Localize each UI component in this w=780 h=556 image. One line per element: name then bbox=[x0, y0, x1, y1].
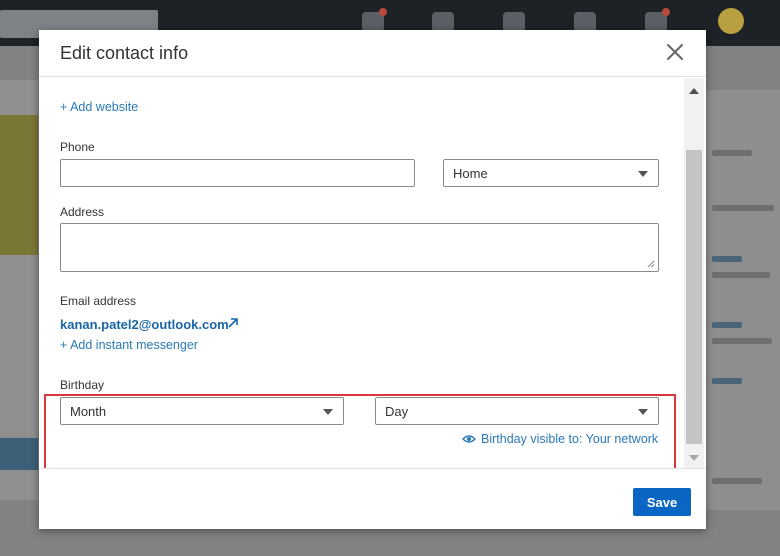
birthday-day-select[interactable]: Day bbox=[375, 397, 659, 425]
modal-header: Edit contact info bbox=[39, 30, 706, 77]
scroll-down-arrow[interactable] bbox=[684, 452, 704, 464]
chevron-down-icon bbox=[638, 171, 648, 177]
phone-input[interactable] bbox=[60, 159, 415, 187]
eye-icon bbox=[462, 435, 476, 443]
background-nav-icon bbox=[574, 12, 596, 32]
close-icon bbox=[667, 44, 683, 60]
modal-title: Edit contact info bbox=[60, 43, 189, 63]
chevron-down-icon bbox=[638, 409, 648, 415]
background-text-line bbox=[712, 205, 774, 211]
phone-type-value: Home bbox=[453, 166, 488, 181]
birthday-month-select[interactable]: Month bbox=[60, 397, 344, 425]
background-link-line bbox=[712, 378, 742, 384]
modal-body: + Add website Phone Home Address Email a… bbox=[39, 78, 684, 468]
background-text-line bbox=[712, 338, 772, 344]
email-link[interactable]: kanan.patel2@outlook.com bbox=[60, 317, 229, 332]
save-button[interactable]: Save bbox=[633, 488, 691, 516]
external-link-icon[interactable] bbox=[227, 317, 239, 329]
background-button bbox=[0, 438, 38, 470]
background-link-line bbox=[712, 322, 742, 328]
resize-grip-icon[interactable] bbox=[647, 260, 655, 268]
close-button[interactable] bbox=[663, 40, 687, 64]
birthday-day-value: Day bbox=[385, 404, 409, 419]
chevron-down-icon bbox=[323, 409, 333, 415]
add-instant-messenger-link[interactable]: + Add instant messenger bbox=[60, 338, 198, 352]
edit-contact-info-modal: Edit contact info + Add website Phone Ho… bbox=[39, 30, 706, 529]
modal-footer: Save bbox=[39, 468, 706, 529]
background-link-line bbox=[712, 256, 742, 262]
address-label: Address bbox=[60, 205, 105, 219]
birthday-visibility-text: Birthday visible to: Your network bbox=[481, 432, 659, 446]
background-text-line bbox=[712, 150, 752, 156]
scroll-up-arrow[interactable] bbox=[684, 86, 704, 98]
background-nav-icon bbox=[432, 12, 454, 32]
scrollbar-thumb[interactable] bbox=[686, 150, 702, 444]
birthday-label: Birthday bbox=[60, 378, 105, 392]
address-textarea[interactable] bbox=[60, 223, 659, 272]
background-text-line bbox=[712, 478, 762, 484]
modal-scrollbar[interactable] bbox=[684, 78, 704, 468]
phone-type-select[interactable]: Home bbox=[443, 159, 659, 187]
background-profile-photo bbox=[0, 115, 38, 255]
background-nav-icon bbox=[503, 12, 525, 32]
phone-label: Phone bbox=[60, 140, 95, 154]
add-website-link[interactable]: + Add website bbox=[60, 100, 138, 114]
email-label: Email address bbox=[60, 294, 137, 308]
background-text-line bbox=[712, 272, 770, 278]
birthday-visibility-link[interactable]: Birthday visible to: Your network bbox=[462, 432, 658, 446]
birthday-month-value: Month bbox=[70, 404, 107, 419]
background-nav-icon bbox=[645, 8, 670, 32]
background-avatar bbox=[718, 8, 744, 34]
background-nav-icon bbox=[362, 8, 387, 32]
